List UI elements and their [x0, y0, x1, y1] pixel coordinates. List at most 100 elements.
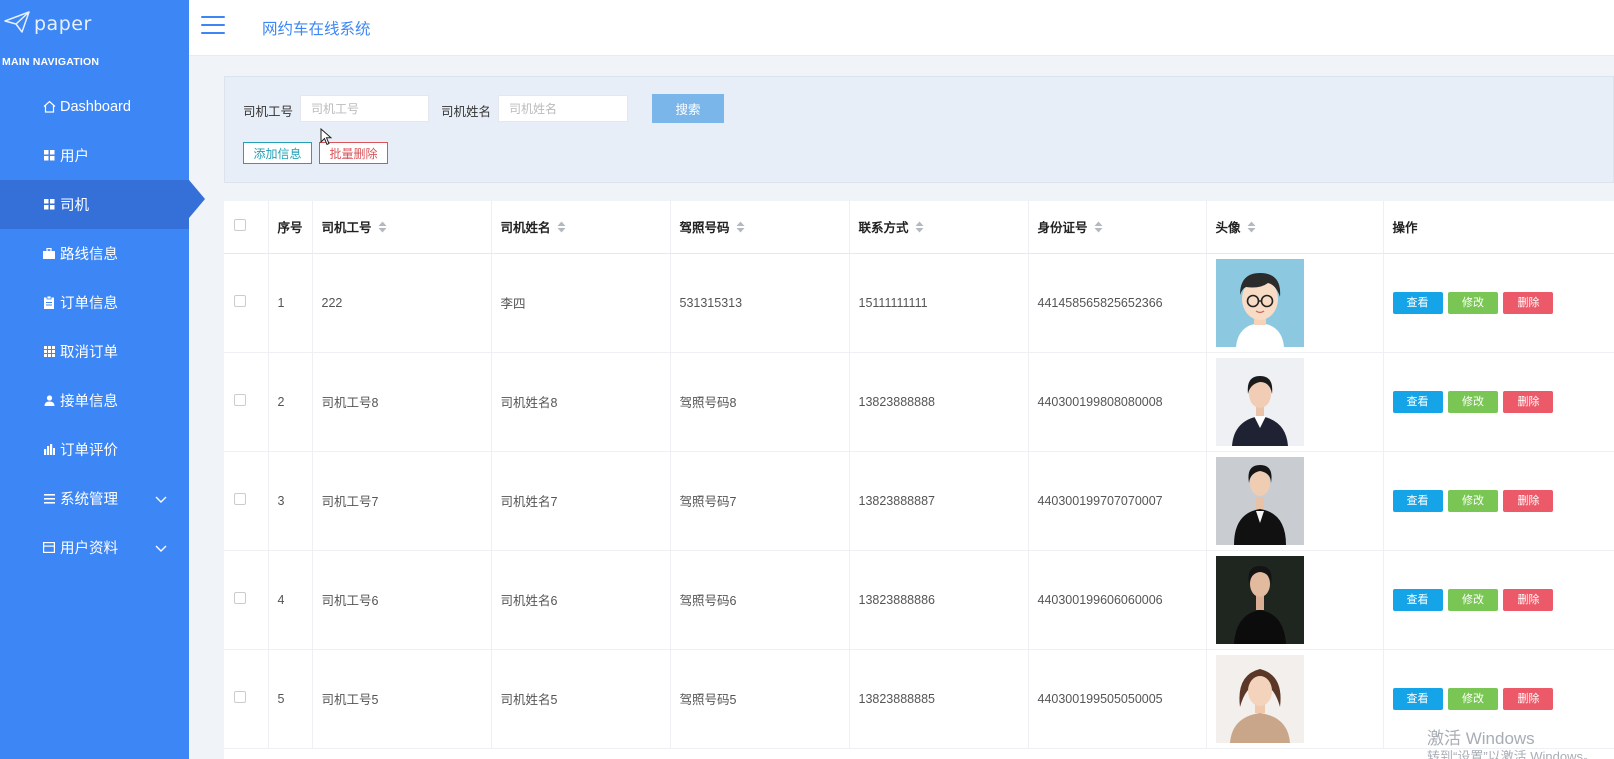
cell-index: 3 — [268, 451, 313, 551]
col-header-driver-no[interactable]: 司机工号 — [312, 201, 492, 254]
row-checkbox[interactable] — [234, 394, 246, 406]
sidebar-item-label: 接单信息 — [60, 394, 118, 410]
sidebar-item-users[interactable]: 用户 — [0, 131, 189, 180]
cell-license: 驾照号码8 — [670, 352, 850, 452]
col-header-label: 驾照号码 — [679, 221, 730, 236]
list-icon — [42, 492, 56, 506]
table-row: 5 司机工号5 司机姓名5 驾照号码5 13823888885 44030019… — [224, 649, 1614, 749]
sidebar-item-label: 系统管理 — [60, 492, 118, 508]
cell-avatar — [1206, 451, 1384, 551]
avatar-image[interactable] — [1215, 456, 1304, 545]
sidebar: paper MAIN NAVIGATION Dashboard 用户 司机 路线… — [0, 0, 205, 759]
sort-icon[interactable] — [1094, 221, 1103, 236]
cell-id-card: 440300199505050005 — [1028, 649, 1207, 749]
row-checkbox[interactable] — [234, 691, 246, 703]
sidebar-item-routes[interactable]: 路线信息 — [0, 229, 189, 278]
logo-text: paper — [34, 13, 92, 35]
cell-id-card: 440300199707070007 — [1028, 451, 1207, 551]
view-button[interactable]: 查看 — [1392, 390, 1443, 413]
sidebar-item-label: 用户资料 — [60, 541, 118, 557]
col-header-avatar[interactable]: 头像 — [1206, 201, 1384, 254]
menu-toggle-icon[interactable] — [201, 16, 225, 36]
view-button[interactable]: 查看 — [1392, 588, 1443, 611]
delete-button[interactable]: 删除 — [1503, 687, 1554, 710]
sort-icon[interactable] — [378, 221, 387, 236]
cell-driver-name: 司机姓名8 — [491, 352, 671, 452]
user-icon — [42, 394, 56, 408]
cell-index: 1 — [268, 253, 313, 353]
col-header-phone[interactable]: 联系方式 — [849, 201, 1029, 254]
edit-button[interactable]: 修改 — [1447, 588, 1498, 611]
sidebar-item-system-management[interactable]: 系统管理 — [0, 474, 189, 523]
col-header-driver-name[interactable]: 司机姓名 — [491, 201, 671, 254]
cell-driver-no: 司机工号5 — [312, 649, 492, 749]
sidebar-item-label: 司机 — [60, 198, 89, 214]
cell-driver-no: 司机工号6 — [312, 550, 492, 650]
cell-id-card: 440300199808080008 — [1028, 352, 1207, 452]
edit-button[interactable]: 修改 — [1447, 390, 1498, 413]
edit-button[interactable]: 修改 — [1447, 687, 1498, 710]
table-row: 2 司机工号8 司机姓名8 驾照号码8 13823888888 44030019… — [224, 352, 1614, 452]
sort-icon[interactable] — [736, 221, 745, 236]
cell-avatar — [1206, 649, 1384, 749]
sidebar-item-reviews[interactable]: 订单评价 — [0, 425, 189, 474]
edit-button[interactable]: 修改 — [1447, 291, 1498, 314]
row-select-cell — [224, 352, 269, 452]
cell-driver-name: 司机姓名7 — [491, 451, 671, 551]
col-header-label: 司机姓名 — [500, 221, 551, 236]
cell-driver-name: 司机姓名6 — [491, 550, 671, 650]
col-header-id-card[interactable]: 身份证号 — [1028, 201, 1207, 254]
grid-icon — [42, 149, 56, 163]
row-select-cell — [224, 451, 269, 551]
sidebar-item-label: 用户 — [60, 149, 89, 165]
sidebar-item-label: 取消订单 — [60, 345, 118, 361]
cell-actions: 查看 修改 删除 — [1383, 253, 1614, 353]
driver-name-label: 司机姓名 — [441, 105, 492, 119]
select-all-checkbox[interactable] — [234, 219, 246, 232]
cell-license: 531315313 — [670, 253, 850, 353]
card-icon — [42, 541, 56, 555]
cell-id-card: 441458565825652366 — [1028, 253, 1207, 353]
delete-button[interactable]: 删除 — [1503, 588, 1554, 611]
add-info-button[interactable]: 添加信息 — [243, 142, 312, 164]
driver-no-input[interactable] — [300, 95, 429, 122]
sidebar-item-dashboard[interactable]: Dashboard — [0, 82, 189, 131]
cell-license: 驾照号码7 — [670, 451, 850, 551]
home-icon — [42, 100, 56, 114]
avatar-image[interactable] — [1215, 357, 1304, 446]
table-row: 1 222 李四 531315313 15111111111 441458565… — [224, 253, 1614, 353]
row-checkbox[interactable] — [234, 295, 246, 307]
delete-button[interactable]: 删除 — [1503, 390, 1554, 413]
avatar-image[interactable] — [1215, 258, 1304, 347]
main-navigation: Dashboard 用户 司机 路线信息 订单信息 取消订单 接单信息 订单评价… — [0, 82, 205, 572]
sidebar-item-label: 路线信息 — [60, 247, 118, 263]
delete-button[interactable]: 删除 — [1503, 291, 1554, 314]
clipboard-icon — [42, 296, 56, 310]
driver-name-input[interactable] — [498, 95, 628, 122]
row-checkbox[interactable] — [234, 592, 246, 604]
row-checkbox[interactable] — [234, 493, 246, 505]
sort-icon[interactable] — [1247, 221, 1256, 236]
windows-activation-hint: 转到“设置”以激活 Windows。 — [1427, 749, 1597, 759]
col-header-license[interactable]: 驾照号码 — [670, 201, 850, 254]
cell-license: 驾照号码5 — [670, 649, 850, 749]
sort-icon[interactable] — [915, 221, 924, 236]
view-button[interactable]: 查看 — [1392, 489, 1443, 512]
cell-driver-name: 李四 — [491, 253, 671, 353]
search-button[interactable]: 搜索 — [652, 94, 724, 123]
sidebar-item-user-profile[interactable]: 用户资料 — [0, 523, 189, 572]
edit-button[interactable]: 修改 — [1447, 489, 1498, 512]
delete-button[interactable]: 删除 — [1503, 489, 1554, 512]
chevron-down-icon — [155, 541, 167, 557]
sidebar-item-drivers[interactable]: 司机 — [0, 180, 205, 229]
view-button[interactable]: 查看 — [1392, 291, 1443, 314]
view-button[interactable]: 查看 — [1392, 687, 1443, 710]
sidebar-item-cancel-orders[interactable]: 取消订单 — [0, 327, 189, 376]
cell-phone: 15111111111 — [849, 253, 1029, 353]
sidebar-item-orders[interactable]: 订单信息 — [0, 278, 189, 327]
avatar-image[interactable] — [1215, 654, 1304, 743]
sidebar-item-accepted-orders[interactable]: 接单信息 — [0, 376, 189, 425]
logo[interactable]: paper — [4, 10, 92, 38]
avatar-image[interactable] — [1215, 555, 1304, 644]
sort-icon[interactable] — [557, 221, 566, 236]
